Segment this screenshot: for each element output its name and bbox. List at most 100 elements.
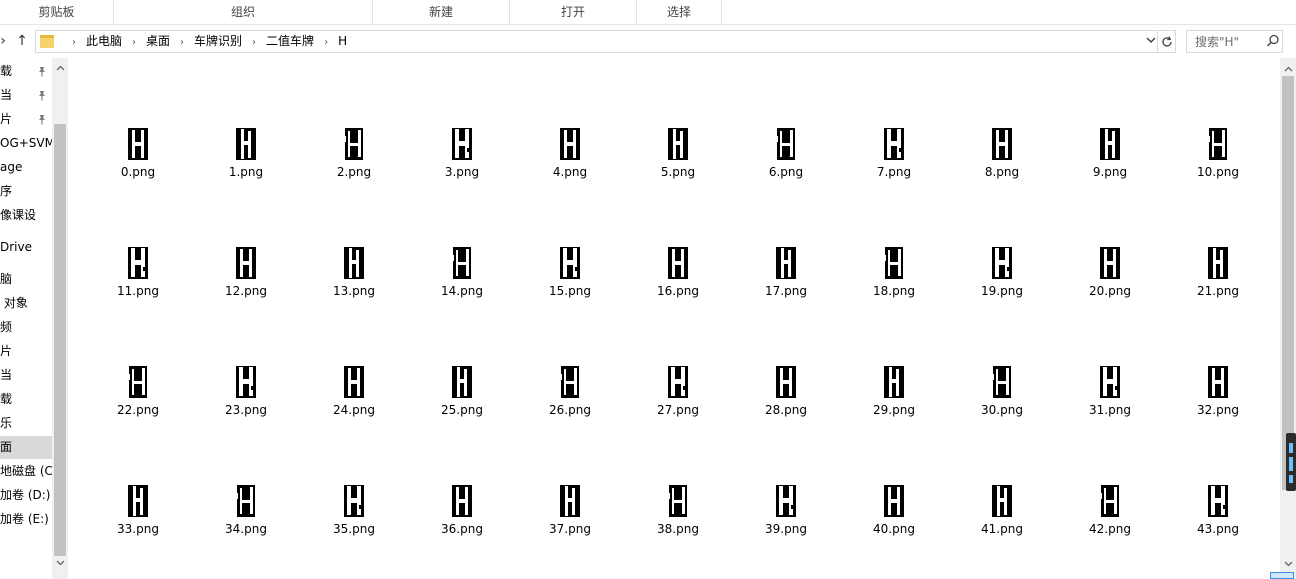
file-item[interactable]: 7.png <box>844 118 944 198</box>
file-item[interactable]: 31.png <box>1060 356 1160 436</box>
file-item[interactable]: 3.png <box>412 118 512 198</box>
file-item[interactable]: 17.png <box>736 237 836 317</box>
file-item[interactable]: 13.png <box>304 237 404 317</box>
nav-item[interactable]: 载 <box>0 388 52 411</box>
refresh-icon[interactable] <box>1158 30 1176 53</box>
breadcrumb-this-pc[interactable]: 此电脑 <box>86 31 122 52</box>
nav-item[interactable]: 加卷 (D:) <box>0 484 52 507</box>
image-thumbnail-icon <box>668 485 687 517</box>
file-item[interactable]: 30.png <box>952 356 1052 436</box>
breadcrumb-separator[interactable]: › <box>324 32 328 53</box>
ribbon-group-new[interactable]: 新建 <box>373 0 510 25</box>
nav-scroll-thumb[interactable] <box>54 124 66 556</box>
search-icon[interactable] <box>1266 34 1280 48</box>
scroll-thumb[interactable] <box>1282 76 1294 490</box>
breadcrumb-separator[interactable]: › <box>252 32 256 53</box>
file-item[interactable]: 5.png <box>628 118 728 198</box>
file-name: 33.png <box>117 522 159 536</box>
file-item[interactable]: 11.png <box>88 237 188 317</box>
address-bar[interactable]: › 此电脑 › 桌面 › 车牌识别 › 二值车牌 › H <box>35 30 1158 53</box>
file-item[interactable]: 29.png <box>844 356 944 436</box>
file-item[interactable]: 42.png <box>1060 475 1160 555</box>
file-item[interactable]: 12.png <box>196 237 296 317</box>
nav-item[interactable]: 片 <box>0 108 52 131</box>
nav-item[interactable]: 地磁盘 (C: <box>0 460 52 483</box>
file-item[interactable]: 38.png <box>628 475 728 555</box>
file-item[interactable]: 25.png <box>412 356 512 436</box>
file-item[interactable]: 16.png <box>628 237 728 317</box>
nav-item[interactable]: 对象 <box>0 292 52 315</box>
ribbon-group-clipboard[interactable]: 剪贴板 <box>0 0 114 25</box>
scroll-down-icon[interactable] <box>1280 556 1296 573</box>
file-item[interactable]: 40.png <box>844 475 944 555</box>
back-chevron-icon[interactable]: › <box>0 31 12 51</box>
nav-item[interactable]: 面 <box>0 436 52 459</box>
file-item[interactable]: 34.png <box>196 475 296 555</box>
nav-item[interactable]: 片 <box>0 340 52 363</box>
file-item[interactable]: 0.png <box>88 118 188 198</box>
pin-icon[interactable] <box>37 114 47 125</box>
nav-item[interactable]: 乐 <box>0 412 52 435</box>
nav-item[interactable]: 脑 <box>0 268 52 291</box>
file-item[interactable]: 18.png <box>844 237 944 317</box>
file-item[interactable]: 37.png <box>520 475 620 555</box>
nav-item[interactable]: 当 <box>0 84 52 107</box>
file-item[interactable]: 33.png <box>88 475 188 555</box>
nav-item[interactable]: 当 <box>0 364 52 387</box>
file-item[interactable]: 41.png <box>952 475 1052 555</box>
breadcrumb-separator[interactable]: › <box>180 32 184 53</box>
breadcrumb-h[interactable]: H <box>338 31 347 52</box>
file-item[interactable]: 9.png <box>1060 118 1160 198</box>
file-item[interactable]: 6.png <box>736 118 836 198</box>
ribbon: 剪贴板 组织 新建 打开 选择 <box>0 0 1296 25</box>
file-item[interactable]: 28.png <box>736 356 836 436</box>
file-item[interactable]: 39.png <box>736 475 836 555</box>
file-item[interactable]: 36.png <box>412 475 512 555</box>
file-item[interactable]: 26.png <box>520 356 620 436</box>
breadcrumb-binary-plates[interactable]: 二值车牌 <box>266 31 314 52</box>
file-item[interactable]: 20.png <box>1060 237 1160 317</box>
ribbon-group-open[interactable]: 打开 <box>510 0 637 25</box>
breadcrumb-separator[interactable]: › <box>132 32 136 53</box>
nav-item[interactable]: OG+SVM数 <box>0 132 52 155</box>
view-toggle-icon[interactable] <box>1270 572 1294 579</box>
search-input[interactable] <box>1187 31 1267 52</box>
file-item[interactable]: 21.png <box>1168 237 1268 317</box>
nav-item[interactable]: Drive <box>0 236 52 259</box>
file-item[interactable]: 27.png <box>628 356 728 436</box>
file-item[interactable]: 22.png <box>88 356 188 436</box>
nav-item[interactable]: 序 <box>0 180 52 203</box>
nav-item[interactable]: 加卷 (E:) <box>0 508 52 531</box>
nav-scroll-up-icon[interactable] <box>52 60 68 77</box>
nav-scroll-down-icon[interactable] <box>52 555 68 572</box>
file-item[interactable]: 1.png <box>196 118 296 198</box>
breadcrumb-desktop[interactable]: 桌面 <box>146 31 170 52</box>
up-arrow-icon[interactable]: ↑ <box>13 31 31 51</box>
file-item[interactable]: 24.png <box>304 356 404 436</box>
folder-icon <box>40 34 54 48</box>
file-view-scrollbar[interactable] <box>1280 58 1296 579</box>
nav-item-label: OG+SVM数 <box>0 136 52 150</box>
nav-item[interactable]: 频 <box>0 316 52 339</box>
address-dropdown-chevron-icon[interactable] <box>1143 31 1159 52</box>
file-item[interactable]: 14.png <box>412 237 512 317</box>
ribbon-group-select[interactable]: 选择 <box>637 0 722 25</box>
file-item[interactable]: 32.png <box>1168 356 1268 436</box>
file-item[interactable]: 19.png <box>952 237 1052 317</box>
nav-scrollbar[interactable] <box>52 58 68 579</box>
breadcrumb-plate-recognition[interactable]: 车牌识别 <box>194 31 242 52</box>
nav-item[interactable]: 像课设 <box>0 204 52 227</box>
file-item[interactable]: 43.png <box>1168 475 1268 555</box>
pin-icon[interactable] <box>37 90 47 101</box>
ribbon-group-organize[interactable]: 组织 <box>114 0 373 25</box>
file-item[interactable]: 23.png <box>196 356 296 436</box>
file-item[interactable]: 10.png <box>1168 118 1268 198</box>
file-item[interactable]: 2.png <box>304 118 404 198</box>
pin-icon[interactable] <box>37 66 47 77</box>
file-item[interactable]: 35.png <box>304 475 404 555</box>
file-item[interactable]: 15.png <box>520 237 620 317</box>
nav-item[interactable]: age <box>0 156 52 179</box>
file-item[interactable]: 8.png <box>952 118 1052 198</box>
nav-item[interactable]: 载 <box>0 60 52 83</box>
file-item[interactable]: 4.png <box>520 118 620 198</box>
